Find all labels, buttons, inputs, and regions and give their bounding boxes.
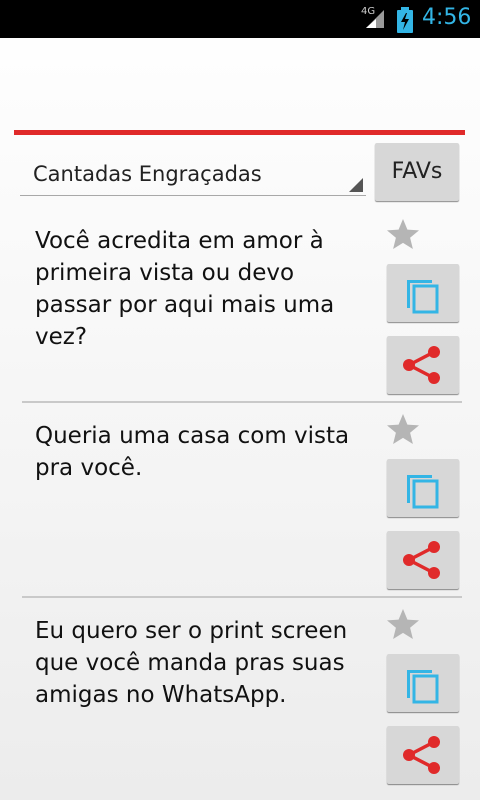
- battery-charging-icon: [397, 7, 413, 37]
- accent-divider: [14, 130, 465, 135]
- share-button[interactable]: [387, 726, 459, 784]
- pickup-line-text: Você acredita em amor à primeira vista o…: [35, 228, 335, 350]
- category-spinner[interactable]: Cantadas Engraçadas: [20, 150, 366, 196]
- share-icon: [403, 736, 440, 774]
- pickup-line-text: Eu quero ser o print screen que você man…: [35, 618, 348, 708]
- share-icon: [403, 541, 440, 579]
- pickup-line-text: Queria uma casa com vista pra você.: [35, 423, 350, 481]
- star-icon[interactable]: [386, 607, 420, 645]
- spinner-arrow-icon: [349, 178, 363, 192]
- share-icon: [403, 346, 440, 384]
- copy-icon: [407, 280, 439, 314]
- list-divider: [22, 401, 462, 403]
- copy-button[interactable]: [387, 459, 459, 517]
- star-icon[interactable]: [386, 217, 420, 255]
- favorites-button[interactable]: FAVs: [375, 143, 459, 201]
- copy-button[interactable]: [387, 654, 459, 712]
- copy-button[interactable]: [387, 264, 459, 322]
- signal-icon: [364, 8, 386, 34]
- status-bar: 4G 4:56: [0, 0, 480, 38]
- share-button[interactable]: [387, 531, 459, 589]
- copy-icon: [407, 475, 439, 509]
- list-divider: [22, 596, 462, 598]
- share-button[interactable]: [387, 336, 459, 394]
- star-icon[interactable]: [386, 412, 420, 450]
- copy-icon: [407, 670, 439, 704]
- category-spinner-label: Cantadas Engraçadas: [33, 162, 262, 186]
- clock: 4:56: [422, 5, 472, 30]
